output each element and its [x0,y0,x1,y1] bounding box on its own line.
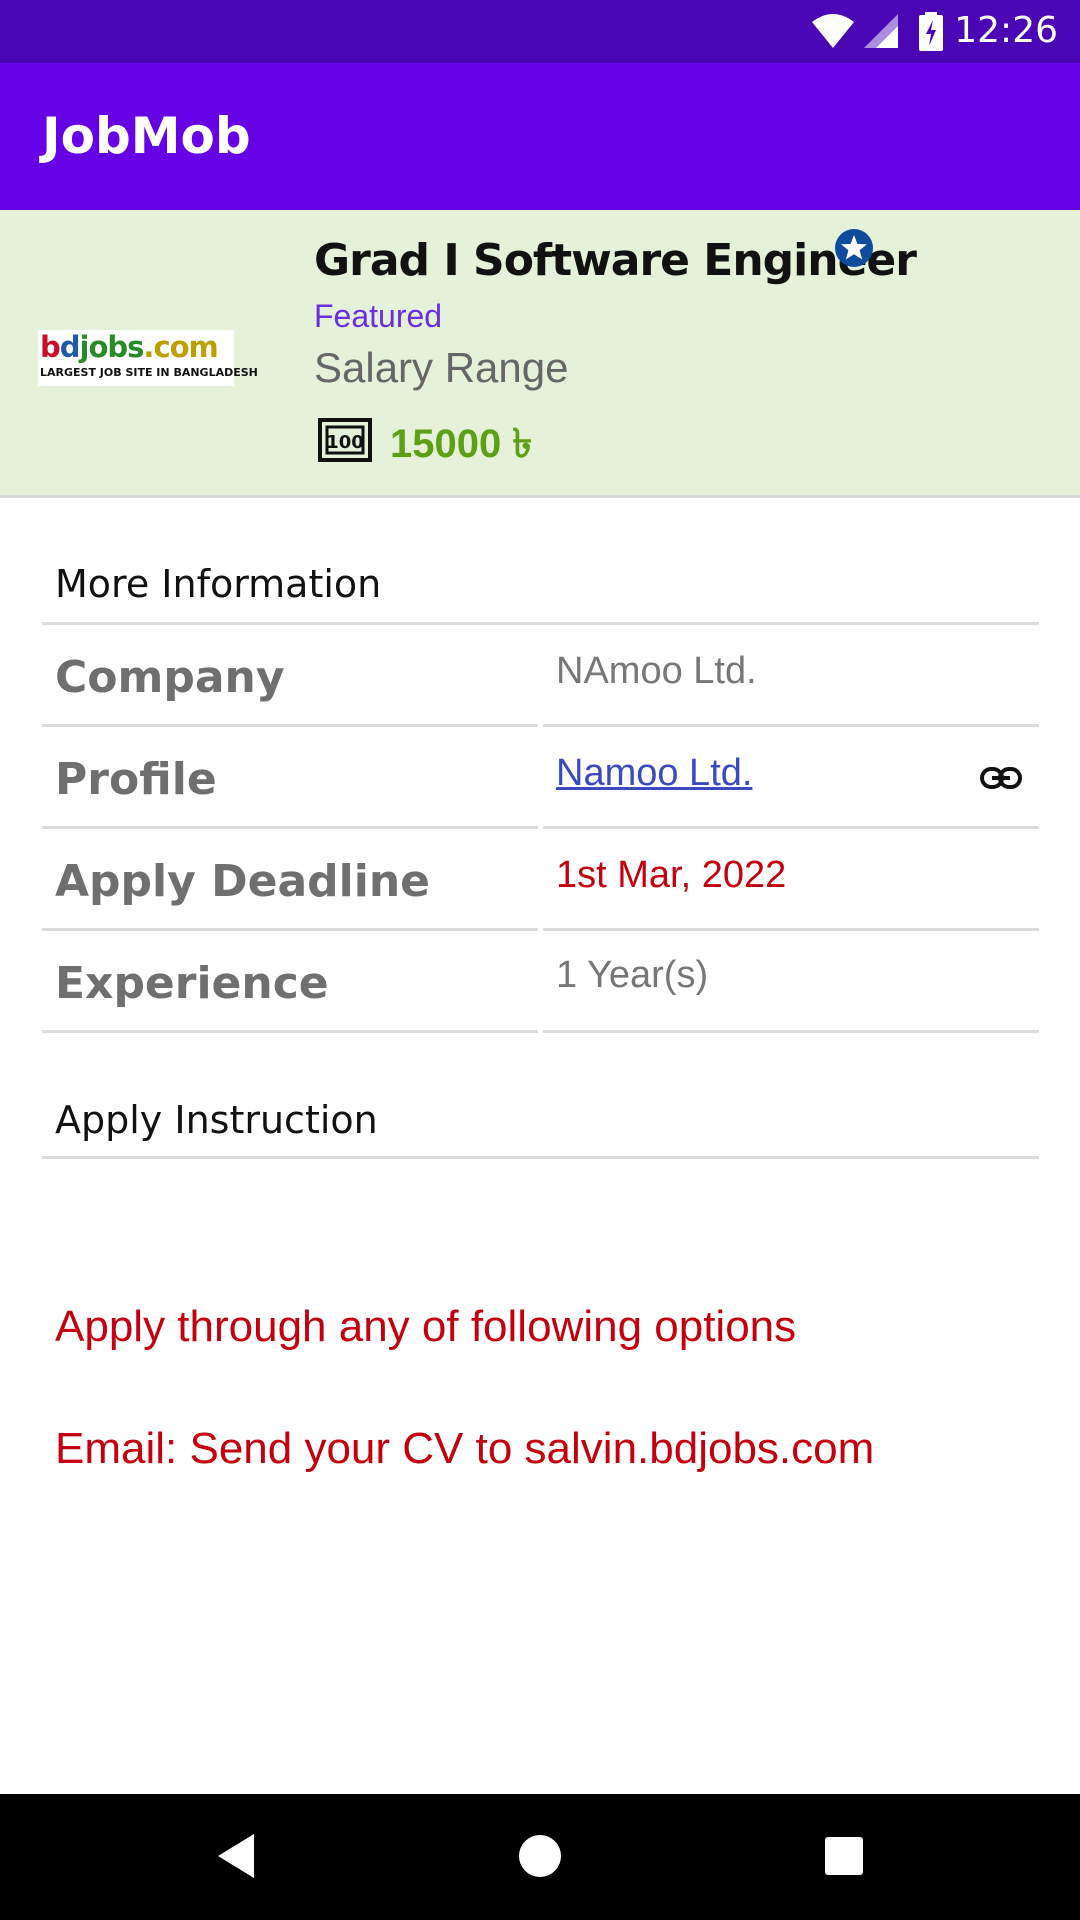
link-icon[interactable] [980,763,1022,793]
status-time: 12:26 [954,10,1058,51]
experience-label: Experience [55,958,329,1009]
navigation-bar [0,1794,1080,1920]
app-title: JobMob [42,107,251,165]
featured-star-icon [835,229,873,267]
divider [42,1030,538,1033]
job-header: bdjobs.com LARGEST JOB SITE IN BANGLADES… [0,210,1080,498]
apply-deadline-label: Apply Deadline [55,856,431,907]
experience-value: 1 Year(s) [556,954,709,996]
apply-deadline-value: 1st Mar, 2022 [556,854,787,896]
company-label: Company [55,652,285,703]
status-bar: 12:26 [0,0,1080,63]
company-logo: bdjobs.com LARGEST JOB SITE IN BANGLADES… [38,330,258,386]
money-icon: 100 [318,418,372,462]
divider [42,826,538,829]
recents-icon[interactable] [824,1836,864,1876]
company-value: NAmoo Ltd. [556,650,757,692]
apply-instruction-line: Apply through any of following options [55,1302,797,1351]
divider [543,928,1039,931]
job-title: Grad I Software Engineer [314,235,917,286]
battery-charging-icon [919,12,943,51]
app-bar: JobMob [0,63,1080,210]
logo-brand: bdjobs.com [40,330,219,364]
divider [42,1156,1039,1159]
profile-link[interactable]: Namoo Ltd. [556,752,752,795]
apply-instruction-title: Apply Instruction [55,1098,378,1142]
divider [543,826,1039,829]
salary-value: 15000 ৳ [390,422,533,466]
divider [42,928,538,931]
divider [543,1030,1039,1033]
wifi-icon [812,14,854,48]
apply-email-line: Email: Send your CV to salvin.bdjobs.com [55,1424,875,1473]
svg-text:100: 100 [326,432,364,453]
featured-label: Featured [314,298,443,334]
salary-range-label: Salary Range [314,344,569,391]
profile-label: Profile [55,754,217,805]
home-icon[interactable] [518,1834,562,1878]
more-information-title: More Information [55,562,382,606]
signal-icon [864,14,898,48]
logo-tagline: LARGEST JOB SITE IN BANGLADESH [40,366,258,379]
divider [42,724,538,727]
divider [42,622,1039,625]
divider [543,724,1039,727]
back-icon[interactable] [214,1832,258,1880]
